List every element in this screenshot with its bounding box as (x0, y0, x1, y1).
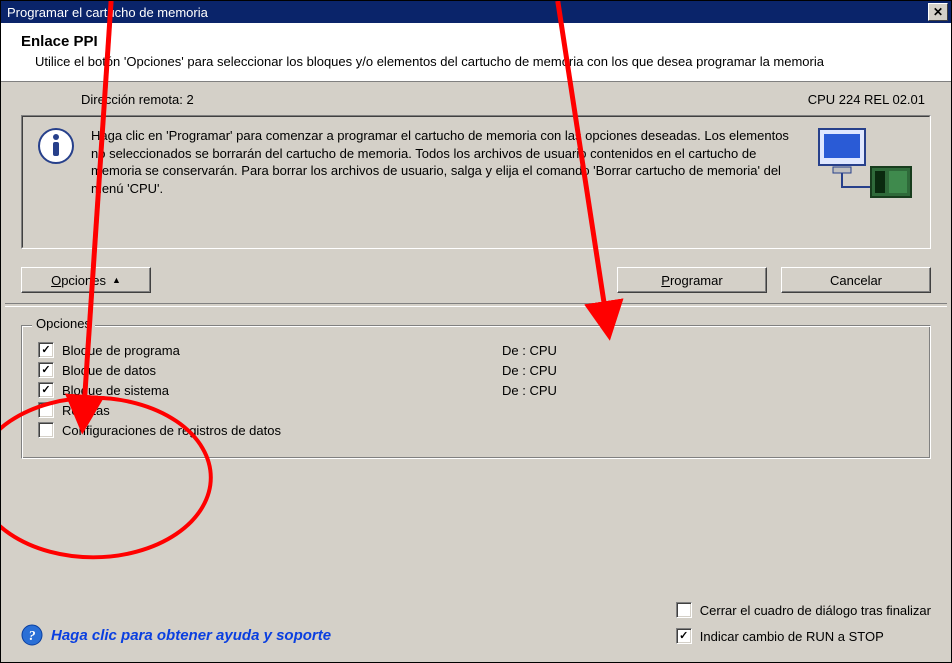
info-panel: Haga clic en 'Programar' para comenzar a… (21, 115, 931, 249)
option-label: Configuraciones de registros de datos (62, 423, 502, 438)
option-source: De : CPU (502, 363, 557, 378)
divider (5, 303, 947, 307)
option-label: Recetas (62, 403, 502, 418)
help-text: Haga clic para obtener ayuda y soporte (51, 627, 331, 644)
option-row: Bloque de datosDe : CPU (38, 360, 914, 380)
close-after-label: Cerrar el cuadro de diálogo tras finaliz… (700, 603, 931, 618)
option-checkbox[interactable] (38, 422, 54, 438)
option-checkbox[interactable] (38, 362, 54, 378)
header-band: Enlace PPI Utilice el botón 'Opciones' p… (1, 23, 951, 82)
option-checkbox[interactable] (38, 402, 54, 418)
footer-checks: Cerrar el cuadro de diálogo tras finaliz… (676, 600, 931, 646)
cpu-model: CPU 224 REL 02.01 (808, 92, 925, 107)
header-description: Utilice el botón 'Opciones' para selecci… (21, 54, 935, 69)
option-label: Bloque de sistema (62, 383, 502, 398)
titlebar: Programar el cartucho de memoria ✕ (1, 1, 951, 23)
info-strip: Dirección remota: 2 CPU 224 REL 02.01 (1, 82, 951, 115)
help-link[interactable]: ? Haga clic para obtener ayuda y soporte (21, 624, 331, 646)
option-row: Recetas (38, 400, 914, 420)
option-label: Bloque de programa (62, 343, 502, 358)
option-row: Bloque de programaDe : CPU (38, 340, 914, 360)
option-checkbox[interactable] (38, 382, 54, 398)
close-icon[interactable]: ✕ (928, 3, 948, 21)
option-source: De : CPU (502, 343, 557, 358)
svg-text:?: ? (29, 629, 36, 644)
header-title: Enlace PPI (21, 33, 935, 50)
option-label: Bloque de datos (62, 363, 502, 378)
option-row: Configuraciones de registros de datos (38, 420, 914, 440)
options-button[interactable]: Opciones ▲ (21, 267, 151, 293)
window-title: Programar el cartucho de memoria (7, 5, 208, 20)
footer: ? Haga clic para obtener ayuda y soporte… (1, 588, 951, 662)
remote-address: Dirección remota: 2 (81, 92, 194, 107)
close-after-checkbox[interactable] (676, 602, 692, 618)
options-groupbox: Opciones Bloque de programaDe : CPUBloqu… (21, 325, 931, 459)
pc-to-plc-icon (815, 127, 915, 217)
chevron-up-icon: ▲ (112, 275, 121, 285)
run-stop-checkbox[interactable] (676, 628, 692, 644)
option-checkbox[interactable] (38, 342, 54, 358)
help-icon: ? (21, 624, 43, 646)
option-source: De : CPU (502, 383, 557, 398)
info-text: Haga clic en 'Programar' para comenzar a… (91, 127, 801, 217)
options-legend: Opciones (32, 316, 95, 331)
info-icon (37, 127, 77, 217)
dialog-window: Programar el cartucho de memoria ✕ Enlac… (0, 0, 952, 663)
button-row: Opciones ▲ Programar Cancelar (1, 249, 951, 303)
program-button[interactable]: Programar (617, 267, 767, 293)
option-row: Bloque de sistemaDe : CPU (38, 380, 914, 400)
cancel-button[interactable]: Cancelar (781, 267, 931, 293)
run-stop-label: Indicar cambio de RUN a STOP (700, 629, 884, 644)
